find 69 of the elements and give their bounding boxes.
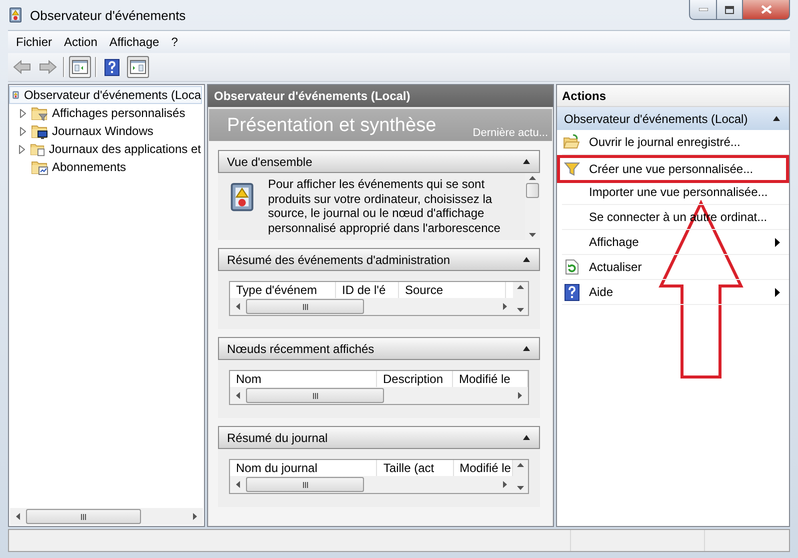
horizontal-scrollbar[interactable] xyxy=(230,387,528,404)
help-icon xyxy=(104,58,120,76)
horizontal-scrollbar[interactable] xyxy=(230,298,513,315)
folder-icon xyxy=(563,134,580,150)
help-icon xyxy=(564,284,580,300)
menu-item[interactable]: ? xyxy=(165,33,184,51)
menu-item[interactable]: Affichage xyxy=(103,33,166,51)
collapse-caret-icon[interactable] xyxy=(523,346,530,351)
funnel-icon xyxy=(564,161,580,177)
minimize-icon xyxy=(698,8,708,11)
action-group-header[interactable]: Observateur d'événements (Local) xyxy=(557,107,789,130)
command-item[interactable]: Ouvrir le journal enregistré... xyxy=(562,130,789,155)
banner-title: Présentation et synthèse xyxy=(227,114,436,138)
pane-title: Actions xyxy=(557,85,789,107)
maximize-button[interactable] xyxy=(717,0,743,20)
collapse-caret-icon[interactable] xyxy=(523,159,530,164)
vertical-scrollbar[interactable] xyxy=(513,282,528,315)
tree-item[interactable]: Observateur d'événements (Loca xyxy=(9,86,202,104)
action-pane-button[interactable] xyxy=(127,56,149,78)
section-header[interactable]: Résumé des événements d'administration xyxy=(218,248,540,271)
menu-item[interactable]: Action xyxy=(58,33,104,51)
menu-item[interactable]: Fichier xyxy=(10,33,58,51)
folder-icon xyxy=(31,159,48,175)
vertical-scrollbar[interactable] xyxy=(513,460,528,493)
overview-text: Pour afficher les événements qui se sont produits sur votre ordinateur, choisissez la source, le journal ou le nœud d'affichage personnalisé approprié dans l'arborescence xyxy=(268,177,502,237)
panel-icon xyxy=(72,60,88,74)
command-item[interactable]: Importer une vue personnalisée... xyxy=(562,180,789,205)
section-header[interactable]: Résumé du journal xyxy=(218,426,540,449)
maximize-icon xyxy=(725,6,734,14)
panel-icon xyxy=(130,60,146,74)
pane-header: Observateur d'événements (Local) xyxy=(208,85,553,107)
horizontal-scrollbar[interactable] xyxy=(230,476,513,493)
expander-icon[interactable] xyxy=(20,126,26,136)
folder-icon xyxy=(31,123,48,139)
command-item[interactable]: Créer une vue personnalisée... xyxy=(562,158,786,180)
expander-icon[interactable] xyxy=(18,144,25,154)
command-item[interactable]: Aide xyxy=(562,280,789,305)
scroll-right-icon[interactable] xyxy=(503,481,507,488)
vertical-scrollbar[interactable] xyxy=(525,173,540,240)
tree-pane-button[interactable] xyxy=(69,56,91,78)
command-item[interactable]: Affichage xyxy=(562,230,789,255)
refresh-icon xyxy=(564,259,580,275)
folder-icon xyxy=(30,141,45,157)
scroll-right-icon[interactable] xyxy=(193,513,197,520)
tree-item[interactable]: Abonnements xyxy=(9,158,202,176)
window-title: Observateur d'événements xyxy=(30,8,186,22)
command-item[interactable]: Actualiser xyxy=(562,255,789,280)
section-header[interactable]: Nœuds récemment affichés xyxy=(218,337,540,360)
close-icon xyxy=(760,5,772,14)
scroll-left-icon[interactable] xyxy=(236,392,240,399)
scroll-left-icon[interactable] xyxy=(236,303,240,310)
collapse-caret-icon[interactable] xyxy=(523,257,530,262)
scroll-right-icon[interactable] xyxy=(503,303,507,310)
folder-icon xyxy=(31,105,48,121)
horizontal-scrollbar[interactable] xyxy=(10,508,203,525)
app-icon xyxy=(8,7,24,23)
section-header[interactable]: Vue d'ensemble xyxy=(218,150,540,173)
scroll-left-icon[interactable] xyxy=(16,513,20,520)
collapse-caret-icon[interactable] xyxy=(523,435,530,440)
tree-item[interactable]: Affichages personnalisés xyxy=(9,104,202,122)
scroll-left-icon[interactable] xyxy=(236,481,240,488)
tree-item[interactable]: Journaux Windows xyxy=(9,122,202,140)
collapse-caret-icon[interactable] xyxy=(773,116,780,121)
scroll-right-icon[interactable] xyxy=(518,392,522,399)
minimize-button[interactable] xyxy=(689,0,717,20)
expander-icon[interactable] xyxy=(20,108,26,118)
close-button[interactable] xyxy=(743,0,790,20)
last-refresh-label: Dernière actu... xyxy=(472,127,548,139)
tree-item[interactable]: Journaux des applications et xyxy=(9,140,202,158)
